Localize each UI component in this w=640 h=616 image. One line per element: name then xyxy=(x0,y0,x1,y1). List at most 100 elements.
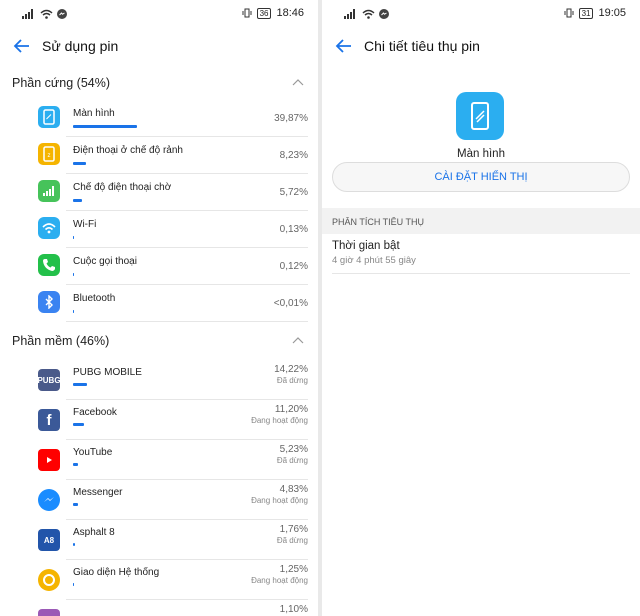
chevron-up-icon[interactable] xyxy=(292,336,304,344)
item-name: Màn hình xyxy=(457,148,505,160)
app-name: YouTube xyxy=(73,447,113,458)
usage-bar xyxy=(73,543,75,546)
usage-percent: 14,22% xyxy=(274,364,308,375)
chevron-up-icon[interactable] xyxy=(292,78,304,86)
app-item[interactable]: A8 Asphalt 8 1,76% Đã dừng xyxy=(0,520,318,560)
screen-icon xyxy=(456,92,504,140)
usage-percent: 1,10% xyxy=(279,604,308,615)
youtube-app-icon xyxy=(38,449,60,471)
messenger-app-icon xyxy=(38,489,60,511)
hardware-section-header[interactable]: Phần cứng (54%) xyxy=(0,64,318,100)
pubg-app-icon: PUBG xyxy=(37,369,61,391)
screen-icon xyxy=(38,106,60,128)
item-name: Cuộc gọi thoại xyxy=(73,256,137,267)
signal-icon xyxy=(22,9,33,19)
app-item[interactable]: f Facebook 11,20% Đang hoạt động xyxy=(0,400,318,440)
item-name: Điện thoại ở chế độ rảnh xyxy=(73,145,183,156)
usage-bar xyxy=(73,310,74,313)
app-bar: Chi tiết tiêu thụ pin xyxy=(322,30,640,64)
signal-icon xyxy=(38,180,60,202)
hardware-section-title: Phần cứng (54%) xyxy=(12,76,111,90)
hardware-item[interactable]: Wi-Fi 0,13% xyxy=(0,211,318,248)
app-item[interactable]: PUBG PUBG MOBILE 14,22% Đã dừng xyxy=(0,360,318,400)
battery-level: 36 xyxy=(256,7,272,19)
usage-bar xyxy=(73,236,74,239)
hardware-item[interactable]: Cuộc gọi thoại 0,12% xyxy=(0,248,318,285)
wifi-icon xyxy=(362,9,375,19)
app-state: Đã dừng xyxy=(276,456,308,465)
app-name: Giao diện Hệ thống xyxy=(73,567,160,578)
usage-bar xyxy=(73,463,78,466)
system-ui-app-icon xyxy=(38,569,60,591)
back-arrow-icon[interactable] xyxy=(334,36,354,56)
app-state: Đang hoạt động xyxy=(251,576,308,585)
app-name: PUBG MOBILE xyxy=(73,367,142,378)
hardware-item[interactable]: Màn hình 39,87% xyxy=(0,100,318,137)
svg-text:z: z xyxy=(48,153,51,159)
clock: 19:05 xyxy=(598,7,626,19)
app-state: Đang hoạt động xyxy=(251,416,308,425)
idle-phone-icon: z xyxy=(38,143,60,165)
back-arrow-icon[interactable] xyxy=(12,36,32,56)
status-bar: 36 18:46 xyxy=(0,0,318,30)
app-name: Facebook xyxy=(73,407,117,418)
usage-percent: 1,76% xyxy=(279,524,308,535)
usage-bar xyxy=(73,503,78,506)
hardware-item[interactable]: Bluetooth <0,01% xyxy=(0,285,318,322)
app-item[interactable]: Messenger 4,83% Đang hoạt động xyxy=(0,480,318,520)
usage-percent: 0,12% xyxy=(279,261,308,272)
display-settings-button[interactable]: CÀI ĐẶT HIỂN THỊ xyxy=(332,162,630,192)
on-time-row: Thời gian bật 4 giờ 4 phút 55 giây xyxy=(332,240,416,266)
vibrate-icon xyxy=(564,8,574,18)
usage-bar xyxy=(73,423,84,426)
on-time-label: Thời gian bật xyxy=(332,240,400,252)
usage-percent: 5,23% xyxy=(279,444,308,455)
battery-usage-screen: 36 18:46 Sử dụng pin Phần cứng (54%) Màn… xyxy=(0,0,318,616)
usage-percent: 1,25% xyxy=(279,564,308,575)
messenger-notification-icon xyxy=(379,9,389,19)
partial-app-icon xyxy=(38,609,60,616)
app-item[interactable]: 1,10% xyxy=(0,600,318,616)
app-name: Asphalt 8 xyxy=(73,527,115,538)
usage-percent: 11,20% xyxy=(274,404,308,415)
software-section-title: Phần mềm (46%) xyxy=(12,334,110,348)
app-state: Đã dừng xyxy=(276,536,308,545)
item-name: Chế độ điện thoại chờ xyxy=(73,182,172,193)
item-name: Màn hình xyxy=(73,108,115,119)
usage-bar xyxy=(73,199,82,202)
status-bar: 31 19:05 xyxy=(322,0,640,30)
wifi-icon xyxy=(40,9,53,19)
hardware-item[interactable]: z Điện thoại ở chế độ rảnh 8,23% xyxy=(0,137,318,174)
usage-bar xyxy=(73,583,74,586)
on-time-value: 4 giờ 4 phút 55 giây xyxy=(332,255,416,266)
usage-percent: 8,23% xyxy=(279,150,308,161)
wifi-icon xyxy=(38,217,60,239)
page-title: Chi tiết tiêu thụ pin xyxy=(364,38,480,54)
app-item[interactable]: YouTube 5,23% Đã dừng xyxy=(0,440,318,480)
usage-percent: 4,83% xyxy=(279,484,308,495)
usage-bar xyxy=(73,273,74,276)
hardware-item[interactable]: Chế độ điện thoại chờ 5,72% xyxy=(0,174,318,211)
hardware-list: Màn hình 39,87% z Điện thoại ở chế độ rảnh 8… xyxy=(0,100,318,322)
usage-percent: 0,13% xyxy=(279,224,308,235)
divider xyxy=(332,273,630,274)
app-state: Đã dừng xyxy=(276,376,308,385)
app-name: Messenger xyxy=(73,487,123,498)
software-section-header[interactable]: Phần mềm (46%) xyxy=(0,322,318,360)
battery-level: 31 xyxy=(578,7,594,19)
bluetooth-icon xyxy=(38,291,60,313)
app-bar: Sử dụng pin xyxy=(0,30,318,64)
vibrate-icon xyxy=(242,8,252,18)
signal-icon xyxy=(344,9,355,19)
usage-bar xyxy=(73,125,137,128)
page-title: Sử dụng pin xyxy=(42,38,119,54)
phone-call-icon xyxy=(38,254,60,276)
battery-detail-screen: 31 19:05 Chi tiết tiêu thụ pin Màn hình … xyxy=(322,0,640,616)
usage-bar xyxy=(73,162,86,165)
usage-percent: <0,01% xyxy=(273,298,308,309)
facebook-app-icon: f xyxy=(38,409,60,431)
app-state: Đang hoạt động xyxy=(251,496,308,505)
app-item[interactable]: Giao diện Hệ thống 1,25% Đang hoạt động xyxy=(0,560,318,600)
section-label: PHÂN TÍCH TIÊU THỤ xyxy=(332,217,425,227)
item-name: Wi-Fi xyxy=(73,219,97,230)
